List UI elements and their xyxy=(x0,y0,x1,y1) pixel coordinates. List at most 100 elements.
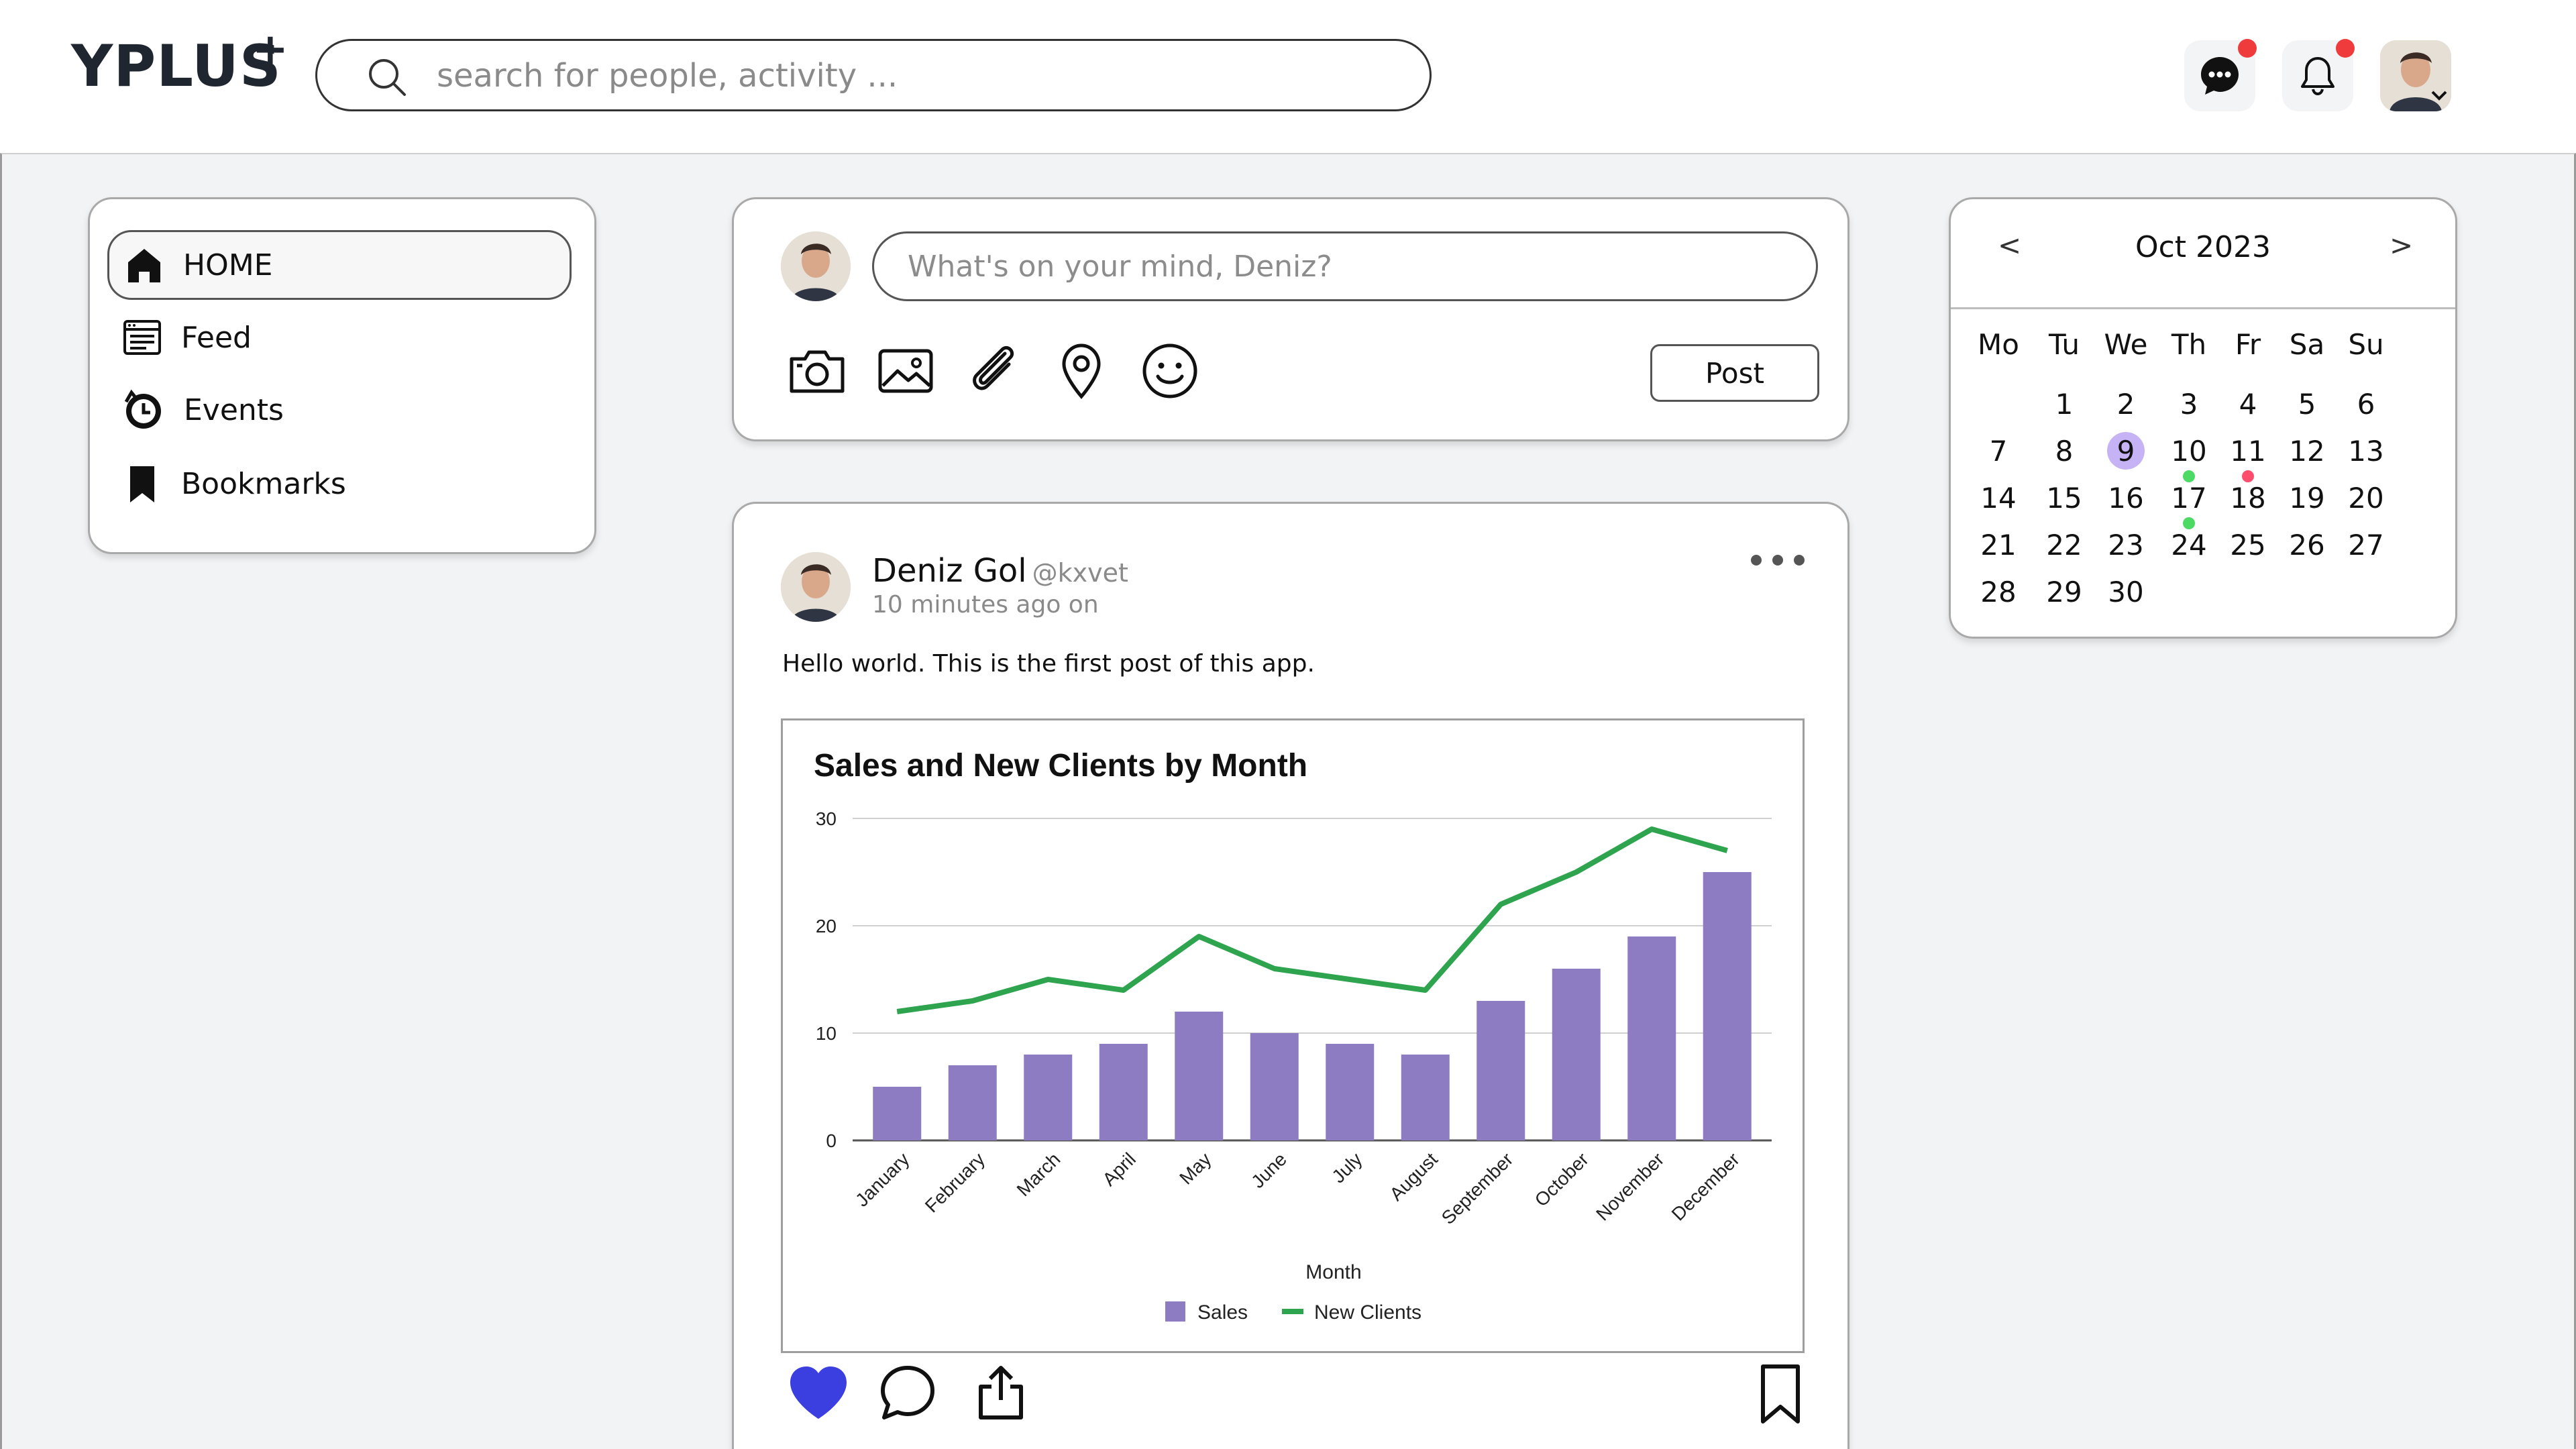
smiley-icon[interactable] xyxy=(1138,339,1202,403)
search-bar[interactable] xyxy=(315,39,1432,111)
calendar-weekday: Fr xyxy=(2235,328,2261,361)
calendar-day[interactable]: 5 xyxy=(2277,384,2337,425)
calendar-month-title: Oct 2023 xyxy=(2135,230,2271,264)
sidebar-item-label: Feed xyxy=(181,320,252,355)
camera-icon[interactable] xyxy=(785,339,849,403)
calendar-day[interactable]: 12 xyxy=(2277,431,2337,472)
calendar-day[interactable]: 25 xyxy=(2218,525,2278,566)
logo-text: YPLUS xyxy=(71,33,282,100)
chart-line-series xyxy=(896,826,1728,1014)
calendar-widget: < Oct 2023 > Mo Tu We Th Fr Sa Su 1 2 3 4 5 6 7 8 9 10 11… xyxy=(1949,197,2457,639)
messages-badge xyxy=(2238,39,2257,58)
post-composer: Post xyxy=(732,197,1849,441)
sidebar-item-home[interactable]: HOME xyxy=(107,230,572,300)
calendar-day[interactable]: 8 xyxy=(2034,431,2094,472)
chart-bar xyxy=(873,1087,922,1140)
calendar-day[interactable]: 11 xyxy=(2218,431,2278,472)
chart-y-tick-label: 30 xyxy=(816,808,837,829)
calendar-day[interactable]: 18 xyxy=(2218,478,2278,519)
main-area: HOME Feed Events Bookmarks What's on you… xyxy=(0,153,2576,1449)
chart-x-tick-label: July xyxy=(1328,1148,1366,1187)
chart-bar xyxy=(1175,1012,1224,1140)
post-card: Deniz Gol @kxvet 10 minutes ago on Hello … xyxy=(732,502,1849,1449)
calendar-day[interactable]: 28 xyxy=(1968,572,2029,612)
chart-legend-label: New Clients xyxy=(1314,1301,1421,1324)
avatar xyxy=(781,231,851,301)
messages-button[interactable] xyxy=(2184,39,2257,111)
calendar-day[interactable]: 22 xyxy=(2034,525,2094,566)
more-options-icon[interactable] xyxy=(1746,547,1810,574)
calendar-day[interactable]: 15 xyxy=(2034,478,2094,519)
avatar-image xyxy=(781,231,851,301)
chart-legend-label: Sales xyxy=(1197,1301,1248,1324)
calendar-day[interactable]: 29 xyxy=(2034,572,2094,612)
search-input[interactable] xyxy=(437,52,1403,100)
chart-x-tick-label: May xyxy=(1175,1148,1215,1188)
post-author-name[interactable]: Deniz Gol xyxy=(872,552,1027,590)
notifications-button[interactable] xyxy=(2282,39,2355,111)
calendar-day[interactable]: 23 xyxy=(2096,525,2156,566)
calendar-day[interactable]: 7 xyxy=(1968,431,2029,472)
calendar-day[interactable]: 27 xyxy=(2336,525,2396,566)
comment-icon[interactable] xyxy=(879,1364,936,1421)
post-text-input[interactable] xyxy=(872,231,1818,301)
calendar-day[interactable]: 1 xyxy=(2034,384,2094,425)
share-icon[interactable] xyxy=(975,1364,1026,1421)
calendar-day[interactable]: 2 xyxy=(2096,384,2156,425)
chart-x-tick-label: February xyxy=(921,1148,989,1216)
chart-bar xyxy=(1552,969,1601,1140)
chart-bar xyxy=(1326,1044,1375,1140)
calendar-day[interactable]: 16 xyxy=(2096,478,2156,519)
calendar-day[interactable]: 9 xyxy=(2096,431,2156,472)
chevron-down-icon[interactable] xyxy=(2430,89,2449,102)
calendar-day[interactable]: 4 xyxy=(2218,384,2278,425)
calendar-next-button[interactable]: > xyxy=(2390,229,2413,262)
post-author-avatar[interactable] xyxy=(781,552,851,622)
calendar-day[interactable]: 24 xyxy=(2159,525,2219,566)
calendar-day[interactable]: 21 xyxy=(1968,525,2029,566)
chart-bar xyxy=(1477,1001,1525,1140)
chart-bar xyxy=(948,1065,997,1140)
calendar-day[interactable]: 30 xyxy=(2096,572,2156,612)
avatar-image xyxy=(781,552,851,622)
post-body-text: Hello world. This is the first post of t… xyxy=(782,650,1315,678)
chart-bar xyxy=(1627,936,1676,1140)
calendar-day[interactable]: 26 xyxy=(2277,525,2337,566)
calendar-day[interactable]: 3 xyxy=(2159,384,2219,425)
sidebar-item-events[interactable]: Events xyxy=(107,375,572,445)
calendar-weekday: Tu xyxy=(2049,328,2080,361)
calendar-day[interactable]: 14 xyxy=(1968,478,2029,519)
calendar-day[interactable]: 13 xyxy=(2336,431,2396,472)
calendar-day[interactable]: 17 xyxy=(2159,478,2219,519)
sidebar-item-label: Events xyxy=(184,392,284,427)
paperclip-icon[interactable] xyxy=(962,339,1026,403)
bell-icon xyxy=(2301,57,2334,96)
post-author-handle[interactable]: @kxvet xyxy=(1032,558,1128,588)
app-logo[interactable]: YPLUS + xyxy=(71,28,288,95)
calendar-day[interactable]: 6 xyxy=(2336,384,2396,425)
heart-icon[interactable] xyxy=(786,1364,851,1421)
sidebar-item-bookmarks[interactable]: Bookmarks xyxy=(107,449,572,519)
chart-x-tick-label: April xyxy=(1098,1148,1140,1190)
events-icon xyxy=(124,389,161,429)
calendar-weekday: Su xyxy=(2348,328,2384,361)
chart-x-tick-label: October xyxy=(1531,1148,1593,1210)
calendar-day[interactable]: 19 xyxy=(2277,478,2337,519)
chart-canvas: 0 10 20 30 January February March April May June J… xyxy=(816,808,1772,1324)
post-button[interactable]: Post xyxy=(1650,344,1819,402)
sidebar-item-label: Bookmarks xyxy=(181,466,346,501)
bookmark-icon[interactable] xyxy=(1756,1364,1805,1426)
chart-bar xyxy=(1401,1055,1450,1140)
chart-x-tick-label: November xyxy=(1592,1148,1668,1224)
calendar-day[interactable]: 10 xyxy=(2159,431,2219,472)
sidebar-item-feed[interactable]: Feed xyxy=(107,303,572,372)
chart-x-tick-label: December xyxy=(1668,1148,1743,1224)
chart-y-tick-label: 0 xyxy=(826,1130,837,1151)
calendar-day[interactable]: 20 xyxy=(2336,478,2396,519)
image-icon[interactable] xyxy=(873,339,938,403)
post-timestamp: 10 minutes ago on xyxy=(872,591,1099,619)
notifications-badge xyxy=(2336,39,2355,58)
calendar-weekday: Mo xyxy=(1978,328,2019,361)
calendar-weekday: Th xyxy=(2171,328,2207,361)
location-pin-icon[interactable] xyxy=(1049,339,1114,403)
